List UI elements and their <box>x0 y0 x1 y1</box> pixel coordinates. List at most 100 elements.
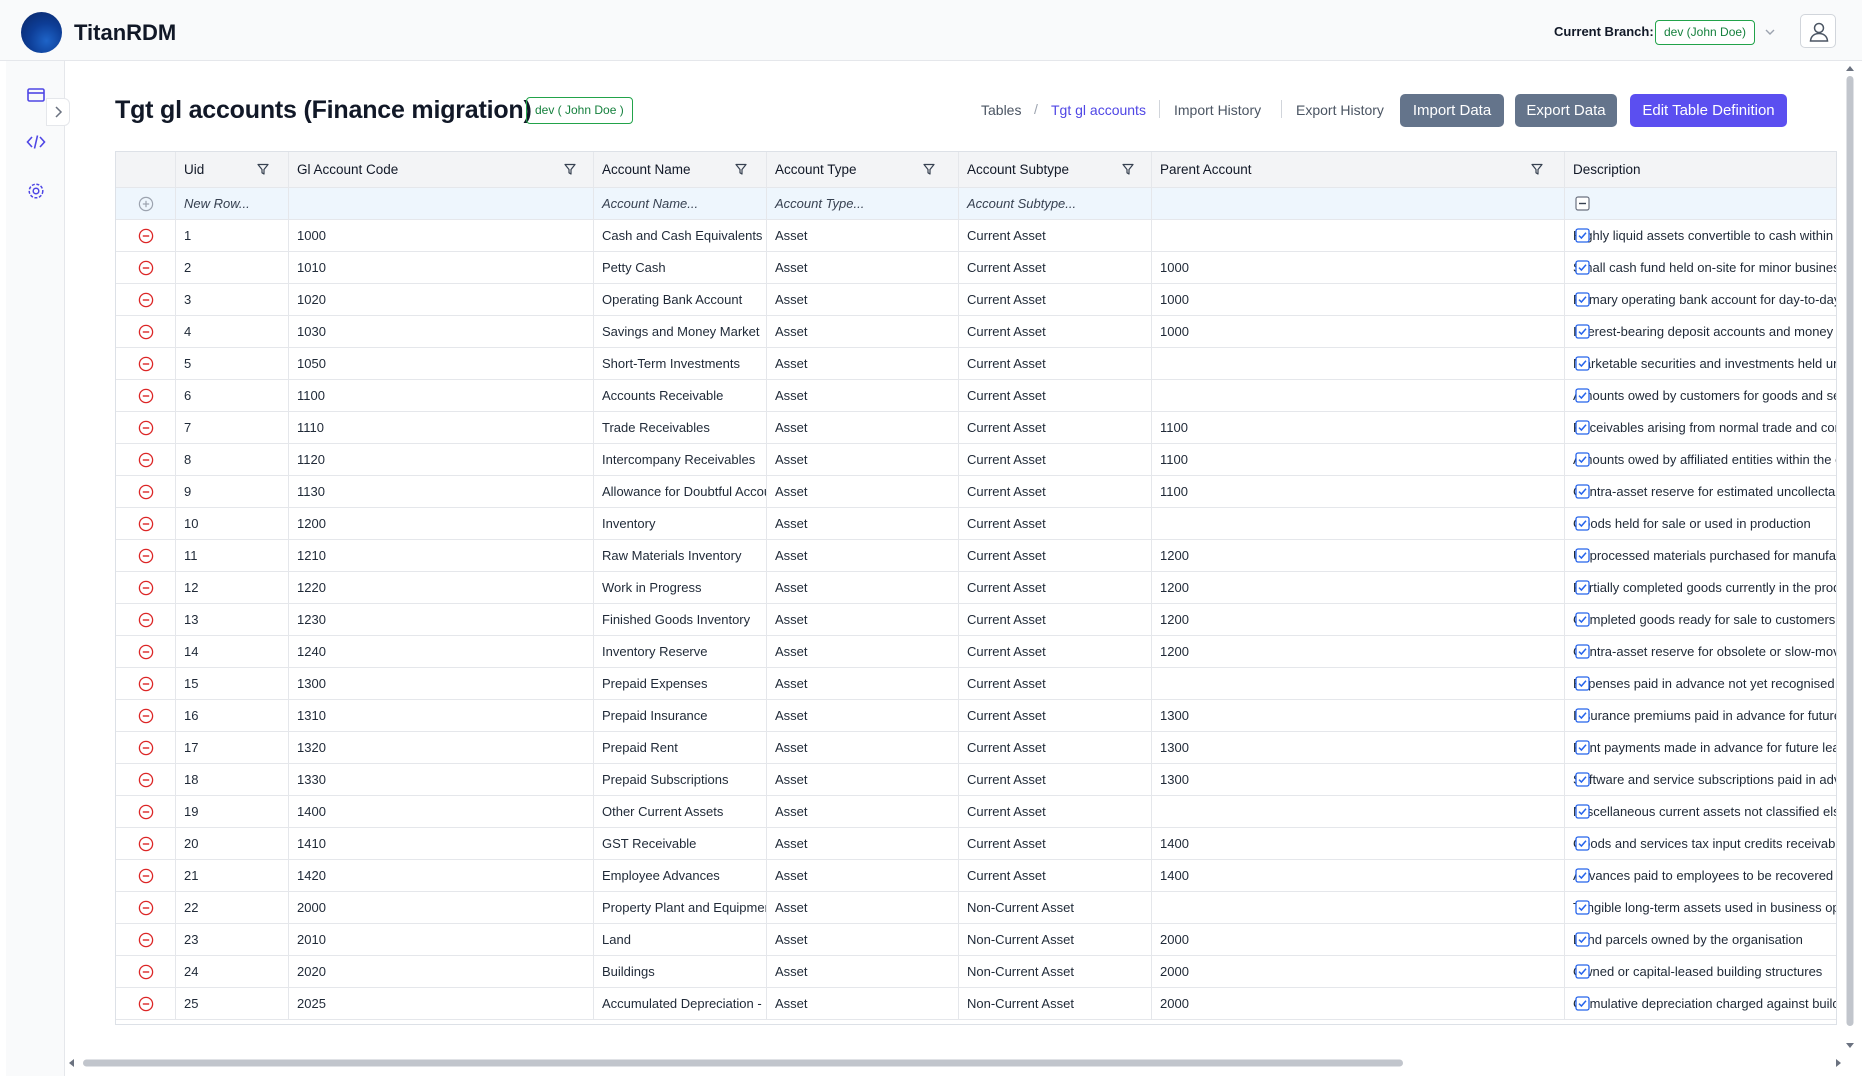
gl-account-code-cell[interactable]: 1320 <box>289 732 594 763</box>
checkbox-checked-icon[interactable] <box>1575 484 1590 499</box>
uid-cell[interactable]: 8 <box>176 444 289 475</box>
parent-account-cell[interactable]: 1000 <box>1152 252 1565 283</box>
account-subtype-cell[interactable]: Current Asset <box>959 604 1152 635</box>
account-type-cell[interactable]: Asset <box>767 828 959 859</box>
remove-row-cell[interactable] <box>116 764 176 795</box>
gl-account-code-cell[interactable]: 1330 <box>289 764 594 795</box>
account-name-cell[interactable]: Allowance for Doubtful Accounts <box>594 476 767 507</box>
checkbox-checked-icon[interactable] <box>1575 644 1590 659</box>
active-cell[interactable] <box>1565 252 1836 283</box>
uid-cell[interactable]: 7 <box>176 412 289 443</box>
remove-row-cell[interactable] <box>116 732 176 763</box>
account-subtype-cell[interactable]: Non-Current Asset <box>959 924 1152 955</box>
account-type-cell[interactable]: Asset <box>767 988 959 1019</box>
minus-circle-icon[interactable] <box>138 356 154 372</box>
minus-circle-icon[interactable] <box>138 388 154 404</box>
account-subtype-cell[interactable]: Current Asset <box>959 220 1152 251</box>
remove-row-cell[interactable] <box>116 476 176 507</box>
remove-row-cell[interactable] <box>116 252 176 283</box>
checkbox-checked-icon[interactable] <box>1575 964 1590 979</box>
account-name-cell[interactable]: Inventory Reserve <box>594 636 767 667</box>
parent-account-cell[interactable]: 1000 <box>1152 316 1565 347</box>
column-header[interactable]: Account Type <box>767 152 959 187</box>
active-cell[interactable] <box>1565 764 1836 795</box>
minus-circle-icon[interactable] <box>138 932 154 948</box>
account-type-cell[interactable]: Asset <box>767 252 959 283</box>
filter-icon[interactable] <box>1122 163 1134 175</box>
account-name-cell[interactable]: Prepaid Insurance <box>594 700 767 731</box>
filter-icon[interactable] <box>735 163 747 175</box>
account-type-cell[interactable]: Asset <box>767 732 959 763</box>
gl-account-code-cell[interactable]: 1030 <box>289 316 594 347</box>
account-subtype-cell[interactable]: Current Asset <box>959 380 1152 411</box>
uid-cell[interactable]: 11 <box>176 540 289 571</box>
minus-circle-icon[interactable] <box>138 644 154 660</box>
minus-circle-icon[interactable] <box>138 612 154 628</box>
checkbox-indeterminate-icon[interactable] <box>1575 196 1590 211</box>
minus-circle-icon[interactable] <box>138 516 154 532</box>
parent-account-cell[interactable] <box>1152 348 1565 379</box>
new-row-account-type-input[interactable]: Account Type... <box>767 188 959 219</box>
parent-account-cell[interactable]: 1400 <box>1152 828 1565 859</box>
account-type-cell[interactable]: Asset <box>767 540 959 571</box>
plus-circle-icon[interactable] <box>138 196 154 212</box>
gl-account-code-cell[interactable]: 1420 <box>289 860 594 891</box>
uid-cell[interactable]: 12 <box>176 572 289 603</box>
gl-account-code-cell[interactable]: 1300 <box>289 668 594 699</box>
minus-circle-icon[interactable] <box>138 772 154 788</box>
remove-row-cell[interactable] <box>116 572 176 603</box>
account-type-cell[interactable]: Asset <box>767 956 959 987</box>
account-name-cell[interactable]: Petty Cash <box>594 252 767 283</box>
parent-account-cell[interactable]: 1300 <box>1152 764 1565 795</box>
gl-account-code-cell[interactable]: 1230 <box>289 604 594 635</box>
parent-account-cell[interactable]: 1400 <box>1152 860 1565 891</box>
active-cell[interactable] <box>1565 572 1836 603</box>
account-subtype-cell[interactable]: Current Asset <box>959 508 1152 539</box>
active-cell[interactable] <box>1565 796 1836 827</box>
checkbox-checked-icon[interactable] <box>1575 516 1590 531</box>
gl-account-code-cell[interactable]: 1110 <box>289 412 594 443</box>
gl-account-code-cell[interactable]: 1210 <box>289 540 594 571</box>
active-cell[interactable] <box>1565 348 1836 379</box>
account-subtype-cell[interactable]: Current Asset <box>959 412 1152 443</box>
remove-row-cell[interactable] <box>116 860 176 891</box>
account-type-cell[interactable]: Asset <box>767 412 959 443</box>
uid-cell[interactable]: 16 <box>176 700 289 731</box>
checkbox-checked-icon[interactable] <box>1575 580 1590 595</box>
remove-row-cell[interactable] <box>116 412 176 443</box>
uid-cell[interactable]: 1 <box>176 220 289 251</box>
gl-account-code-cell[interactable]: 1410 <box>289 828 594 859</box>
active-cell[interactable] <box>1565 988 1836 1019</box>
parent-account-cell[interactable]: 1100 <box>1152 444 1565 475</box>
account-subtype-cell[interactable]: Current Asset <box>959 284 1152 315</box>
account-type-cell[interactable]: Asset <box>767 668 959 699</box>
active-cell[interactable] <box>1565 860 1836 891</box>
checkbox-checked-icon[interactable] <box>1575 740 1590 755</box>
add-row-cell[interactable] <box>116 188 176 219</box>
checkbox-checked-icon[interactable] <box>1575 900 1590 915</box>
gl-account-code-cell[interactable]: 1120 <box>289 444 594 475</box>
active-cell[interactable] <box>1565 668 1836 699</box>
account-subtype-cell[interactable]: Current Asset <box>959 316 1152 347</box>
account-name-cell[interactable]: Finished Goods Inventory <box>594 604 767 635</box>
uid-cell[interactable]: 19 <box>176 796 289 827</box>
vertical-scrollbar[interactable] <box>1843 62 1857 1052</box>
remove-row-cell[interactable] <box>116 348 176 379</box>
chevron-down-icon[interactable] <box>1763 22 1777 42</box>
uid-cell[interactable]: 25 <box>176 988 289 1019</box>
filter-icon[interactable] <box>923 163 935 175</box>
gl-account-code-cell[interactable]: 1310 <box>289 700 594 731</box>
breadcrumb-current[interactable]: Tgt gl accounts <box>1051 102 1146 118</box>
active-cell[interactable] <box>1565 220 1836 251</box>
minus-circle-icon[interactable] <box>138 324 154 340</box>
account-name-cell[interactable]: Accounts Receivable <box>594 380 767 411</box>
checkbox-checked-icon[interactable] <box>1575 836 1590 851</box>
uid-cell[interactable]: 17 <box>176 732 289 763</box>
active-cell[interactable] <box>1565 732 1836 763</box>
account-type-cell[interactable]: Asset <box>767 508 959 539</box>
gl-account-code-cell[interactable]: 1100 <box>289 380 594 411</box>
uid-cell[interactable]: 3 <box>176 284 289 315</box>
minus-circle-icon[interactable] <box>138 484 154 500</box>
parent-account-cell[interactable]: 1200 <box>1152 572 1565 603</box>
parent-account-cell[interactable] <box>1152 892 1565 923</box>
